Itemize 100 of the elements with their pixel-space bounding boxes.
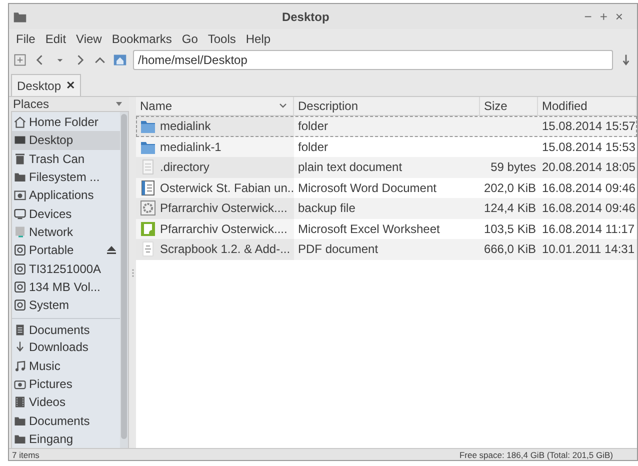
document-icon: [14, 324, 26, 336]
dropdown-icon[interactable]: [115, 101, 123, 107]
eject-icon[interactable]: [107, 246, 116, 254]
menu-item[interactable]: Go: [176, 32, 203, 46]
window-title: Desktop: [280, 10, 330, 24]
name-cell: medialink: [136, 116, 294, 136]
film-icon: [14, 396, 26, 408]
sidebar-item[interactable]: Music: [12, 356, 120, 375]
file-row[interactable]: .directory plain text document 59 bytes 20.08.2014 18:05: [136, 157, 637, 178]
tab[interactable]: Desktop ✕: [11, 74, 82, 96]
folder-icon: [13, 10, 27, 24]
description-cell-text: PDF document: [297, 241, 380, 258]
sidebar-item[interactable]: System: [12, 296, 120, 314]
home-icon: [14, 116, 26, 128]
column-header[interactable]: Name: [136, 97, 294, 115]
sidebar-item[interactable]: Devices: [12, 204, 120, 223]
scrollbar-thumb[interactable]: [121, 114, 127, 440]
music-icon: [14, 360, 26, 372]
sort-icon: [279, 103, 287, 109]
spreadsheet-icon: [140, 220, 156, 237]
column-header[interactable]: Modified: [538, 97, 637, 115]
size-cell-text: 103,5 KiB: [482, 220, 537, 238]
size-cell-text: 59 bytes: [490, 159, 537, 176]
close-tab-button[interactable]: ✕: [66, 79, 76, 92]
sidebar-item[interactable]: Filesystem ...: [12, 168, 120, 186]
sidebar-item[interactable]: Home Folder: [12, 113, 120, 132]
close-button[interactable]: ×: [615, 9, 623, 24]
menu-item[interactable]: View: [71, 32, 107, 46]
modified-cell-text: 15.08.2014 15:57: [541, 118, 636, 136]
sidebar-item[interactable]: Desktop: [12, 131, 120, 150]
drive-icon: [14, 244, 26, 256]
folder-icon: [14, 414, 26, 427]
location-field[interactable]: /home/msel/Desktop: [133, 50, 613, 70]
drive-icon: [14, 280, 26, 293]
description-cell-text: backup file: [297, 200, 356, 218]
name-cell: Pfarrarchiv Osterwick....: [136, 218, 294, 239]
camera-icon: [14, 378, 26, 390]
file-row[interactable]: Scrapbook 1.2. & Add-... PDF document 666,0 KiB 10.01.2011 14:31: [136, 239, 637, 260]
modified-cell-text: 16.08.2014 09:46: [541, 200, 636, 218]
description-cell-text: Microsoft Word Document: [297, 180, 438, 197]
sidebar-item[interactable]: Portable: [12, 241, 120, 260]
folder-icon: [140, 118, 156, 134]
file-row[interactable]: medialink folder 15.08.2014 15:57: [136, 116, 637, 136]
item-count: 7 items: [12, 450, 40, 460]
drive-icon: [14, 262, 26, 275]
size-cell-text: 202,0 KiB: [482, 180, 537, 197]
file-row[interactable]: Osterwick St. Fabian un...Microsoft Word Document 202,0 KiB 16.08.2014 09:46: [136, 178, 637, 198]
size-cell-text: 124,4 KiB: [482, 200, 537, 218]
word-document-icon: [140, 180, 156, 196]
maximize-button[interactable]: +: [600, 9, 608, 24]
description-cell-text: folder: [297, 138, 330, 156]
sidebar-item[interactable]: Network: [12, 222, 120, 242]
modified-cell-text: 16.08.2014 09:46: [541, 180, 636, 197]
sidebar-item[interactable]: 134 MB Vol...: [12, 278, 120, 296]
menu-item[interactable]: Help: [240, 32, 276, 46]
modified-cell-text: 16.08.2014 11:17: [541, 220, 636, 238]
size-cell-text: 666,0 KiB: [482, 241, 537, 258]
sidebar-title: Places: [13, 97, 50, 111]
drive-icon: [14, 299, 26, 312]
description-cell-text: Microsoft Excel Worksheet: [297, 220, 441, 238]
home-icon[interactable]: [113, 53, 127, 67]
name-cell: .directory: [136, 157, 294, 178]
column-header[interactable]: Size: [480, 97, 538, 115]
menu-item[interactable]: Tools: [202, 32, 241, 46]
sidebar-item[interactable]: Downloads: [12, 338, 120, 357]
menu-item[interactable]: Bookmarks: [106, 32, 177, 46]
sidebar-item[interactable]: Pictures: [12, 374, 120, 394]
file-row[interactable]: Pfarrarchiv Osterwick.... Microsoft Excel Worksheet 103,5 KiB 16.08.2014 11:17: [136, 218, 637, 239]
menu-item[interactable]: File: [11, 32, 40, 46]
new-tab-icon[interactable]: [13, 53, 27, 67]
sidebar-item[interactable]: Trash Can: [12, 150, 120, 168]
text-file-icon: [140, 159, 156, 176]
minimize-button[interactable]: −: [584, 9, 592, 24]
sidebar-item[interactable]: Eingang: [12, 430, 120, 448]
splitter-handle[interactable]: [132, 268, 134, 278]
menu-item[interactable]: Edit: [40, 32, 72, 46]
modified-cell-text: 20.08.2014 18:05: [541, 159, 636, 176]
download-icon: [14, 341, 26, 354]
column-header[interactable]: Description: [294, 97, 480, 115]
name-cell: Scrapbook 1.2. & Add-...: [136, 239, 294, 260]
name-cell: medialink-1: [136, 136, 294, 157]
description-cell-text: folder: [297, 118, 330, 136]
pdf-file-icon: [140, 241, 156, 258]
window-icon: [14, 189, 26, 202]
file-row[interactable]: medialink-1 folder 15.08.2014 15:53: [136, 136, 637, 157]
modified-cell-text: 10.01.2011 14:31: [541, 241, 636, 258]
sidebar-item[interactable]: TI31251000A: [12, 259, 120, 278]
sidebar-item[interactable]: Videos: [12, 393, 120, 412]
modified-cell-text: 15.08.2014 15:53: [541, 138, 636, 156]
description-cell-text: plain text document: [297, 159, 404, 176]
folder-icon: [14, 432, 26, 445]
sidebar-item[interactable]: Applications: [12, 186, 120, 204]
file-row[interactable]: Pfarrarchiv Osterwick.... backup file 124,4 KiB 16.08.2014 09:46: [136, 198, 637, 218]
free-space-text: Free space: 186,4 GiB (Total: 201,5 GiB): [459, 450, 613, 460]
name-cell: Osterwick St. Fabian un...: [136, 178, 294, 198]
folder-icon: [14, 171, 26, 184]
name-cell: Pfarrarchiv Osterwick....: [136, 198, 294, 218]
sidebar-item[interactable]: Documents: [12, 411, 120, 430]
trash-icon: [14, 152, 26, 165]
desktop-icon: [14, 134, 26, 146]
